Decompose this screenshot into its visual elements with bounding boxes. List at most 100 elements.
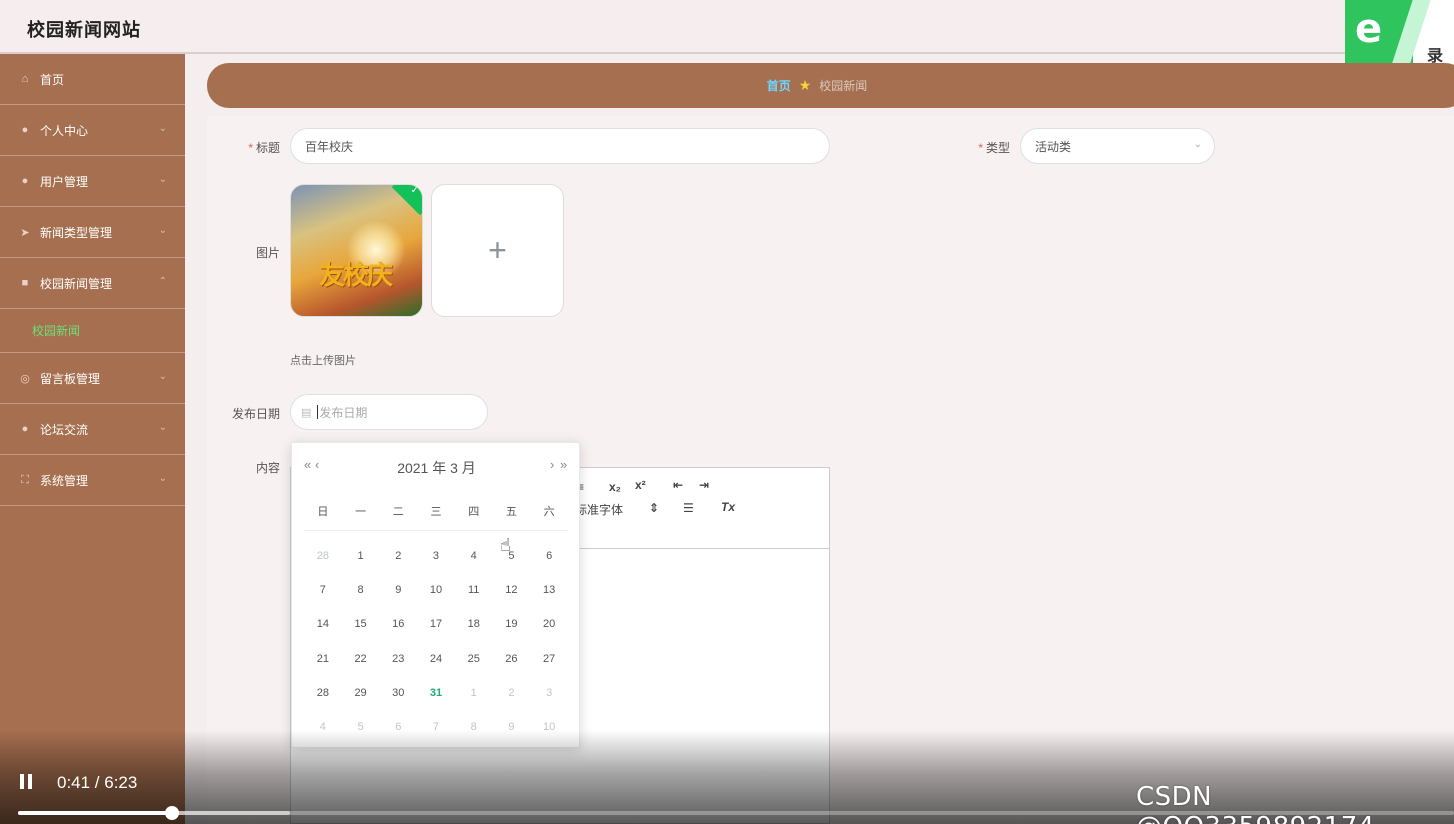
content-label: 内容 [255, 461, 280, 475]
sidebar-item-label: 新闻类型管理 [40, 225, 113, 240]
chevron-up-icon: ⌃ [158, 276, 167, 287]
calendar-day[interactable]: 16 [379, 607, 417, 641]
video-scrub-handle[interactable] [165, 806, 179, 820]
calendar-day[interactable]: 2 [379, 539, 417, 573]
user-icon: ● [21, 124, 29, 136]
calendar-day[interactable]: 4 [455, 539, 493, 573]
chevron-down-icon: ⌄ [158, 422, 167, 433]
calendar-icon: ▤ [301, 406, 312, 419]
weekday-divider [304, 530, 568, 531]
plus-icon: + [488, 232, 507, 268]
next-month-icon[interactable]: › [550, 457, 554, 472]
calendar-day[interactable]: 24 [417, 642, 455, 676]
sidebar-item-home[interactable]: ⌂ 首页 [0, 54, 185, 105]
weekday-label: 四 [468, 506, 480, 518]
required-mark: * [978, 141, 983, 155]
recorder-e-icon: e [1355, 6, 1383, 52]
calendar-day[interactable]: 8 [342, 573, 380, 607]
calendar-day[interactable]: 30 [379, 676, 417, 710]
calendar-day[interactable]: 26 [493, 642, 531, 676]
calendar-day[interactable]: 14 [304, 607, 342, 641]
sidebar-subitem-campus-news[interactable]: 校园新闻 [0, 309, 185, 353]
sidebar-item-system-management[interactable]: ⛶ 系统管理 ⌄ [0, 455, 185, 506]
calendar-day[interactable]: 18 [455, 607, 493, 641]
calendar-day[interactable]: 29 [342, 676, 380, 710]
upload-add-button[interactable]: + [431, 184, 564, 317]
align-icon[interactable]: ☰ [683, 501, 694, 515]
calendar-day[interactable]: 27 [530, 642, 568, 676]
sidebar-item-user-management[interactable]: ● 用户管理 ⌄ [0, 156, 185, 207]
calendar-day[interactable]: 9 [379, 573, 417, 607]
sidebar-item-news-type-management[interactable]: ➤ 新闻类型管理 ⌄ [0, 207, 185, 258]
user-icon: ● [21, 423, 29, 435]
calendar-day[interactable]: 10 [417, 573, 455, 607]
recorder-logo: e 录制 [1345, 0, 1454, 70]
weekday-label: 日 [317, 506, 329, 518]
calendar-day[interactable]: 21 [304, 642, 342, 676]
date-picker-popup: « ‹ 2021 年 3 月 › » 日 一 二 三 四 五 六 28 1 2 3 4 5… [291, 442, 580, 748]
indent-icon[interactable]: ⇥ [699, 478, 709, 492]
calendar-day[interactable]: 1 [342, 539, 380, 573]
breadcrumb-current: 校园新闻 [819, 79, 868, 93]
csdn-watermark: CSDN @QQ3359892174 [1136, 782, 1374, 824]
outdent-icon[interactable]: ⇤ [673, 478, 683, 492]
top-header: 校园新闻网站 [0, 0, 1454, 54]
clear-format-button[interactable]: Tx [721, 500, 735, 514]
sidebar-item-label: 论坛交流 [40, 422, 89, 437]
calendar-day: 28 [316, 550, 329, 563]
font-family-select[interactable]: 标准字体 [575, 501, 623, 518]
type-select[interactable]: 活动类 ⌄ [1020, 128, 1215, 164]
calendar-day[interactable]: 13 [530, 573, 568, 607]
title-input[interactable]: 百年校庆 [290, 128, 830, 164]
pause-icon[interactable] [20, 774, 34, 789]
subscript-button[interactable]: x₂ [609, 480, 621, 494]
calendar-day[interactable]: 15 [342, 607, 380, 641]
calendar-day[interactable]: 25 [455, 642, 493, 676]
site-title: 校园新闻网站 [27, 20, 141, 40]
calendar-day[interactable]: 3 [417, 539, 455, 573]
date-label: 发布日期 [231, 407, 280, 421]
circle-icon: ◎ [20, 372, 30, 385]
calendar-day[interactable]: 7 [304, 573, 342, 607]
calendar-day[interactable]: 11 [455, 573, 493, 607]
uploaded-image-thumbnail[interactable]: 友校庆 ✓ [290, 184, 423, 317]
day-grid: 28 1 2 3 4 5 6 7 8 9 10 11 12 13 14 15 16 17 18 19 20 21 22 23 2… [304, 539, 568, 744]
sidebar-item-label: 系统管理 [40, 473, 89, 488]
video-played-bar [18, 811, 172, 815]
weekday-label: 三 [430, 506, 442, 518]
check-icon: ✓ [410, 185, 419, 196]
type-label-text: 类型 [985, 141, 1010, 155]
title-label-text: 标题 [255, 141, 280, 155]
calendar-day[interactable]: 5 [493, 539, 531, 573]
calendar-day[interactable]: 28 [304, 676, 342, 710]
date-placeholder: 发布日期 [319, 405, 368, 420]
video-time: 0:41 / 6:23 [57, 773, 138, 792]
sidebar-item-message-board[interactable]: ◎ 留言板管理 ⌄ [0, 353, 185, 404]
weekday-label: 五 [505, 506, 517, 518]
select-arrows-icon: ⇕ [649, 501, 660, 515]
sidebar-item-campus-news-management[interactable]: ■ 校园新闻管理 ⌃ [0, 258, 185, 309]
date-input[interactable]: ▤ 发布日期 [290, 394, 488, 430]
weekday-label: 六 [543, 506, 555, 518]
calendar-day[interactable]: 12 [493, 573, 531, 607]
sidebar-item-label: 用户管理 [40, 174, 89, 189]
breadcrumb-home-link[interactable]: 首页 [767, 77, 791, 94]
image-label: 图片 [255, 246, 280, 260]
superscript-button[interactable]: x² [635, 478, 646, 492]
weekday-label: 一 [355, 506, 367, 518]
calendar-day[interactable]: 31 [417, 676, 455, 710]
calendar-day[interactable]: 23 [379, 642, 417, 676]
next-year-icon[interactable]: » [560, 457, 567, 472]
calendar-day[interactable]: 20 [530, 607, 568, 641]
camera-icon: ■ [21, 277, 29, 289]
text-caret [317, 405, 319, 419]
star-icon: ★ [798, 77, 812, 93]
sidebar-item-label: 留言板管理 [40, 371, 101, 386]
calendar-day[interactable]: 22 [342, 642, 380, 676]
calendar-day[interactable]: 17 [417, 607, 455, 641]
sidebar-item-forum[interactable]: ● 论坛交流 ⌄ [0, 404, 185, 455]
calendar-day[interactable]: 6 [530, 539, 568, 573]
calendar-day[interactable]: 19 [493, 607, 531, 641]
chevron-down-icon: ⌄ [158, 123, 167, 134]
sidebar-item-personal-center[interactable]: ● 个人中心 ⌄ [0, 105, 185, 156]
